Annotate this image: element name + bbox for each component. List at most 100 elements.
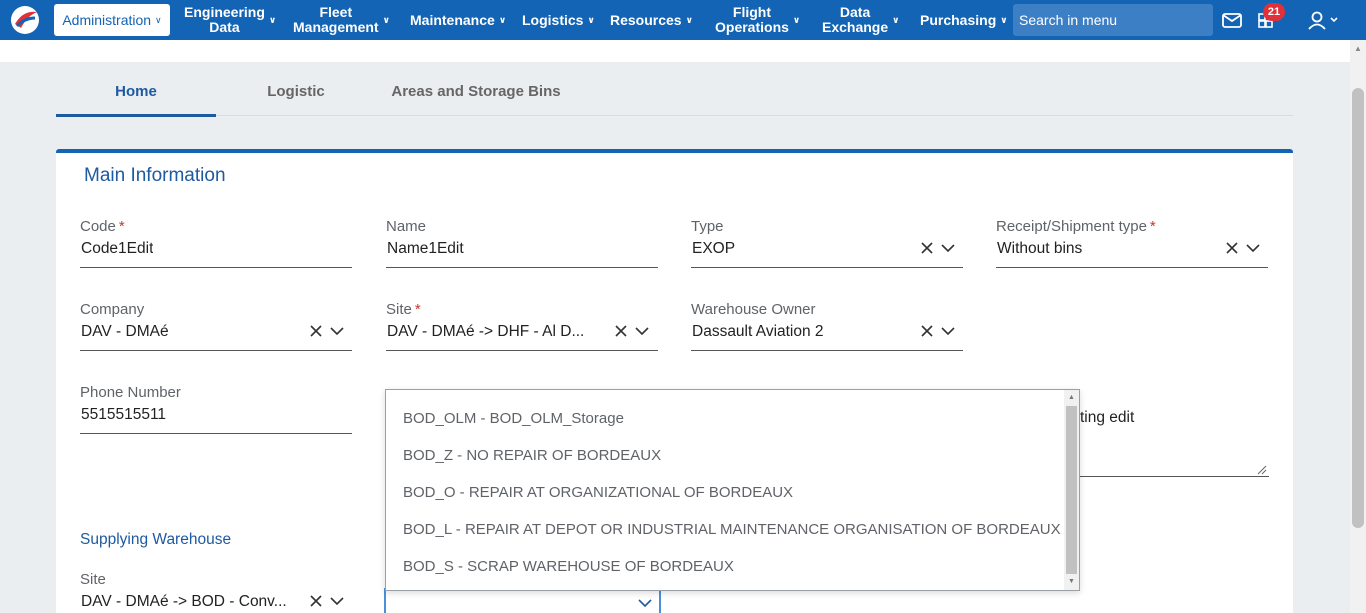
chevron-down-icon: ∨ [792,14,801,25]
header-strip [0,40,1350,62]
receipt-value: Without bins [997,240,1083,257]
chevron-down-icon[interactable] [329,594,345,608]
nav-engineering-label-1: Engineering [184,4,265,20]
clear-icon[interactable] [920,241,934,255]
nav-fleet-management[interactable]: Fleet Management ∨ [293,0,390,40]
type-select[interactable]: Type EXOP [691,218,963,268]
chevron-down-icon[interactable] [940,241,956,255]
site-select[interactable]: Site * DAV - DMAé -> DHF - Al D... [386,301,658,351]
nav-purchasing-label: Purchasing [920,12,997,28]
name-field[interactable]: Name Name1Edit [386,218,658,268]
nav-data-exchange-label-1: Data [839,4,871,20]
supplying-site-select[interactable]: Site DAV - DMAé -> BOD - Conv... [80,571,352,613]
chevron-down-icon[interactable] [1245,241,1261,255]
name-label: Name [386,218,427,235]
top-navigation-bar: Administration ∨ Engineering Data ∨ Fleet… [0,0,1366,40]
user-menu-icon[interactable] [1306,8,1340,32]
chevron-down-icon: ∨ [892,14,900,25]
nav-engineering-label-2: Data [209,19,240,35]
chevron-down-icon: ∨ [1000,14,1008,25]
app-logo-icon[interactable] [9,4,41,36]
nav-flight-label-2: Operations [715,19,789,35]
menu-search-placeholder: Search in menu [1019,12,1118,28]
phone-number-field[interactable]: Phone Number 5515515511 [80,384,352,434]
nav-data-exchange[interactable]: Data Exchange ∨ [822,0,900,40]
company-value: DAV - DMAé [81,323,169,340]
clear-icon[interactable] [309,324,323,338]
nav-logistics[interactable]: Logistics ∨ [522,0,595,40]
chevron-down-icon[interactable] [637,596,653,610]
chevron-down-icon[interactable] [634,324,650,338]
chevron-down-icon: ∨ [382,14,390,25]
type-label: Type [691,218,724,235]
menu-search-input[interactable]: Search in menu [1013,4,1213,36]
scroll-up-arrow-icon[interactable]: ▲ [1064,391,1079,405]
nav-maintenance-label: Maintenance [410,12,495,28]
main-information-title: Main Information [84,165,226,186]
tab-areas-storage-bins[interactable]: Areas and Storage Bins [376,68,576,114]
scroll-up-arrow-icon[interactable]: ▲ [1352,42,1364,56]
chevron-down-icon: ∨ [685,14,693,25]
supplying-warehouse-select[interactable] [384,588,661,613]
dropdown-option[interactable]: BOD_S - SCRAP WAREHOUSE OF BORDEAUX [403,548,734,585]
mail-icon[interactable] [1220,8,1244,32]
phone-number-label: Phone Number [80,384,181,401]
nav-flight-operations[interactable]: Flight Operations ∨ [715,0,801,40]
receipt-label: Receipt/Shipment type * [996,218,1156,235]
nav-fleet-label-2: Management [293,19,379,35]
supplying-site-value: DAV - DMAé -> BOD - Conv... [81,593,287,610]
site-label: Site * [386,301,421,318]
code-label: Code * [80,218,125,235]
warehouse-owner-select[interactable]: Warehouse Owner Dassault Aviation 2 [691,301,963,351]
company-label: Company [80,301,145,318]
chevron-down-icon: ∨ [498,14,507,25]
warehouse-owner-label: Warehouse Owner [691,301,816,318]
nav-administration-label: Administration [62,12,152,28]
chevron-down-icon: ∨ [587,14,595,25]
clear-icon[interactable] [614,324,628,338]
chevron-down-icon[interactable] [329,324,345,338]
notification-count-badge: 21 [1263,3,1285,21]
name-input[interactable]: Name1Edit [387,240,464,258]
clear-icon[interactable] [309,594,323,608]
dropdown-option[interactable]: BOD_L - REPAIR AT DEPOT OR INDUSTRIAL MA… [403,511,1061,548]
active-tab-indicator [56,114,216,117]
type-value: EXOP [692,240,736,257]
nav-logistics-label: Logistics [522,12,584,28]
resize-grip-icon[interactable] [1257,465,1267,475]
dropdown-option[interactable]: BOD_O - REPAIR AT ORGANIZATIONAL OF BORD… [403,474,793,511]
dropdown-option[interactable]: BOD_Z - NO REPAIR OF BORDEAUX [403,437,661,474]
nav-administration[interactable]: Administration ∨ [54,4,170,36]
warehouse-owner-value: Dassault Aviation 2 [692,323,824,340]
nav-engineering-data[interactable]: Engineering Data ∨ [184,0,276,40]
tab-logistic[interactable]: Logistic [216,68,376,114]
nav-maintenance[interactable]: Maintenance ∨ [410,0,506,40]
nav-flight-label-1: Flight [732,4,771,20]
supplying-site-label: Site [80,571,106,588]
scroll-down-arrow-icon[interactable]: ▼ [1064,575,1079,589]
code-field[interactable]: Code * Code1Edit [80,218,352,268]
chevron-down-icon[interactable] [940,324,956,338]
clear-icon[interactable] [920,324,934,338]
site-value: DAV - DMAé -> DHF - Al D... [387,323,585,340]
warehouse-dropdown-list: BOD_OLM - BOD_OLM_Storage BOD_Z - NO REP… [385,389,1080,591]
page-scrollbar-thumb[interactable] [1352,88,1364,528]
supplying-warehouse-title: Supplying Warehouse [80,531,232,548]
phone-number-input[interactable]: 5515515511 [81,406,166,424]
dropdown-option[interactable]: BOD_OLM - BOD_OLM_Storage [403,400,624,437]
nav-data-exchange-label-2: Exchange [822,19,889,35]
chevron-down-icon: ∨ [155,14,162,25]
clear-icon[interactable] [1225,241,1239,255]
code-input[interactable]: Code1Edit [81,240,153,258]
nav-fleet-label-1: Fleet [319,4,353,20]
dropdown-scrollbar-thumb[interactable] [1066,406,1077,574]
comment-textarea-value: ting edit [1080,409,1135,426]
nav-purchasing[interactable]: Purchasing ∨ [920,0,1008,40]
nav-resources[interactable]: Resources ∨ [610,0,693,40]
chevron-down-icon: ∨ [268,14,277,25]
receipt-shipment-type-select[interactable]: Receipt/Shipment type * Without bins [996,218,1268,268]
company-select[interactable]: Company DAV - DMAé [80,301,352,351]
tab-home[interactable]: Home [56,68,216,114]
nav-resources-label: Resources [610,12,682,28]
tabs-divider [56,115,1293,116]
